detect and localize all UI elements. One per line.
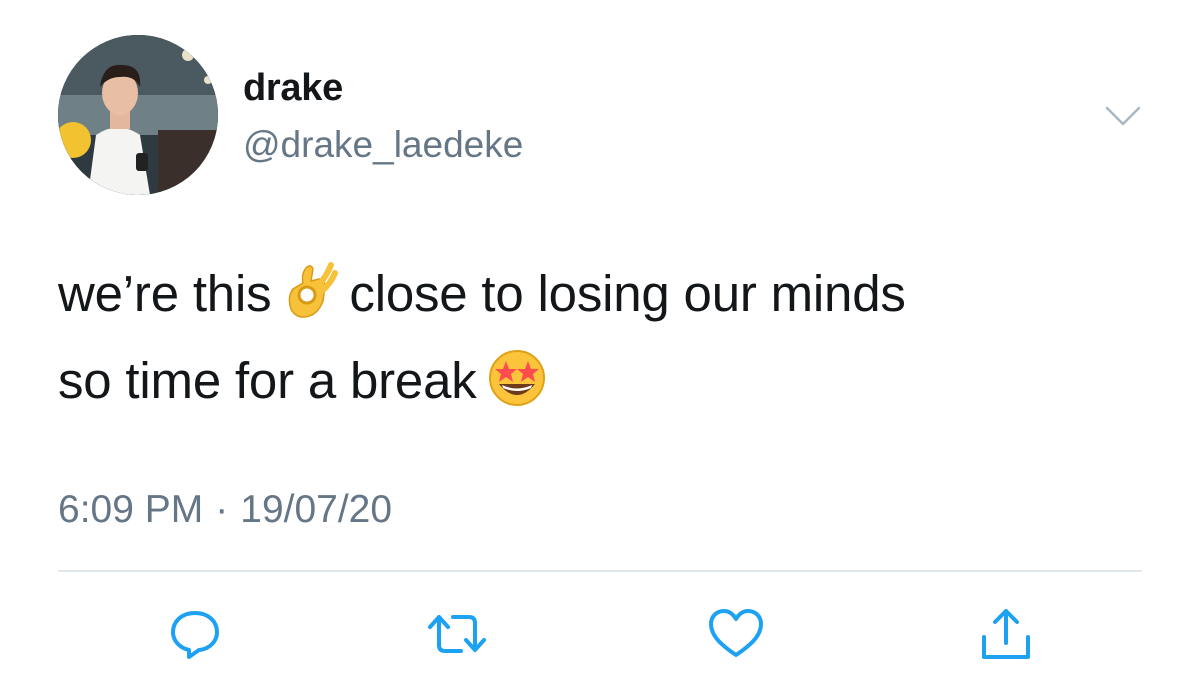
user-handle[interactable]: @drake_laedeke <box>243 124 523 166</box>
tweet-line-2: so time for a break <box>58 337 1158 424</box>
share-button[interactable] <box>974 605 1038 669</box>
display-name[interactable]: drake <box>243 67 343 110</box>
heart-icon <box>709 609 763 657</box>
tweet-time: 6:09 PM <box>58 488 204 531</box>
tweet-line-1: we’re this close to losing our minds <box>58 250 1158 337</box>
meta-separator: · <box>215 488 229 531</box>
speech-bubble-icon <box>171 611 219 659</box>
like-button[interactable] <box>704 605 768 669</box>
chevron-down-icon[interactable] <box>1104 103 1142 129</box>
tweet-timestamp[interactable]: 6:09 PM · 19/07/20 <box>58 488 392 532</box>
avatar[interactable] <box>58 35 218 195</box>
retweet-icon <box>428 615 486 653</box>
retweet-button[interactable] <box>425 605 489 669</box>
tweet-text-part: close to losing our minds <box>349 265 906 322</box>
share-icon <box>982 609 1030 659</box>
tweet-text-part: so time for a break <box>58 352 477 409</box>
divider <box>58 570 1142 572</box>
ok-hand-emoji <box>281 261 339 321</box>
avatar-photo <box>58 35 218 195</box>
star-struck-emoji <box>487 348 547 408</box>
tweet-date: 19/07/20 <box>240 488 393 531</box>
tweet-text: we’re this close to losing our minds so … <box>58 250 1158 424</box>
tweet-text-part: we’re this <box>58 265 272 322</box>
reply-button[interactable] <box>163 605 227 669</box>
